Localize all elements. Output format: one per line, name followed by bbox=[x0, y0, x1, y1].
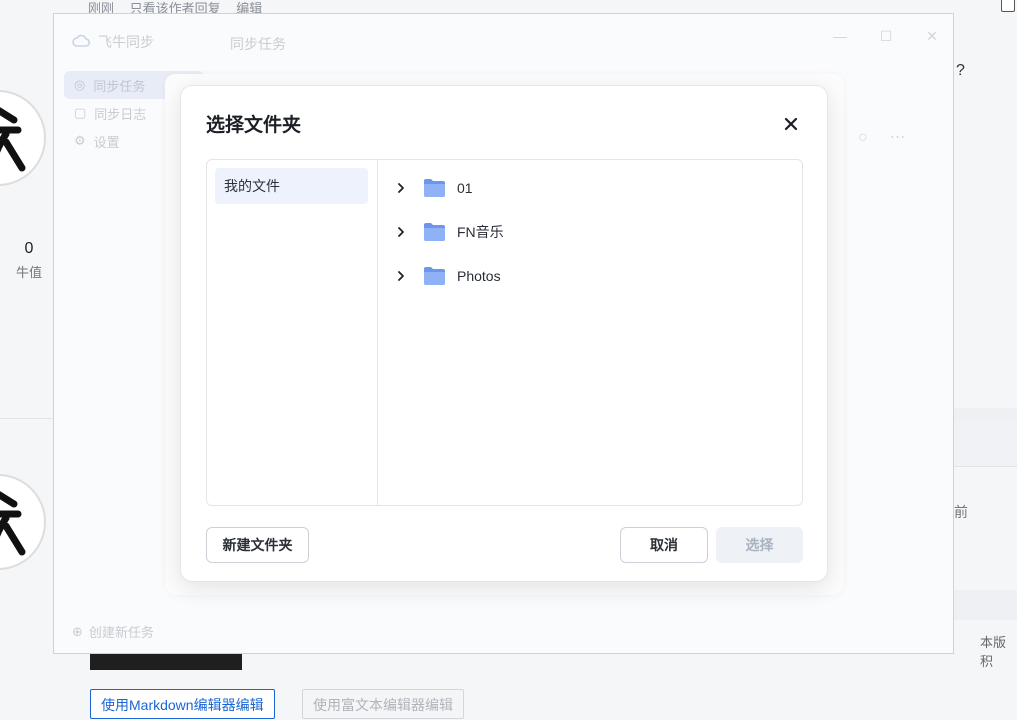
markdown-editor-button[interactable]: 使用Markdown编辑器编辑 bbox=[90, 689, 275, 719]
chevron-right-icon[interactable] bbox=[397, 182, 407, 194]
sidebar-item-label: 设置 bbox=[93, 134, 120, 150]
app-name: 飞牛同步 bbox=[98, 34, 154, 50]
divider bbox=[0, 418, 54, 419]
folder-picker: 我的文件 01 FN音乐 Photos bbox=[206, 159, 803, 506]
sidebar-item-label: 同步任务 bbox=[93, 78, 146, 94]
folder-name: FN音乐 bbox=[457, 224, 504, 240]
folder-row[interactable]: FN音乐 bbox=[377, 210, 802, 254]
plus-circle-icon: ⊕ bbox=[72, 623, 83, 639]
window-close-icon[interactable]: ✕ bbox=[924, 28, 940, 44]
stat-label: 牛值 bbox=[15, 265, 42, 280]
folder-name: Photos bbox=[457, 268, 501, 284]
page-title: 同步任务 bbox=[230, 36, 286, 52]
sync-icon: ◎ bbox=[74, 77, 86, 92]
chevron-right-icon[interactable] bbox=[397, 226, 407, 238]
text-fragment: 前 bbox=[954, 504, 968, 520]
dialog-title: 选择文件夹 bbox=[206, 115, 302, 136]
create-task-label: 创建新任务 bbox=[88, 625, 154, 640]
app-brand: 飞牛同步 bbox=[72, 32, 154, 52]
location-my-files[interactable]: 我的文件 bbox=[215, 168, 368, 204]
cancel-button[interactable]: 取消 bbox=[620, 527, 708, 563]
maximize-icon[interactable]: ☐ bbox=[878, 28, 894, 44]
panel-stripe bbox=[954, 408, 1017, 420]
folder-row[interactable]: 01 bbox=[377, 166, 802, 210]
avatar[interactable] bbox=[0, 476, 44, 568]
text-fragment: ? bbox=[956, 62, 965, 79]
new-folder-button[interactable]: 新建文件夹 bbox=[206, 527, 309, 563]
create-task-button[interactable]: ⊕ 创建新任务 bbox=[72, 622, 154, 641]
location-sidebar: 我的文件 bbox=[207, 160, 378, 505]
panel-stripe bbox=[954, 590, 1017, 620]
stat-block: 0 牛值 bbox=[0, 240, 58, 281]
text-fragment: 本版积 bbox=[980, 635, 1007, 669]
log-icon: ▢ bbox=[74, 105, 87, 120]
checkbox[interactable] bbox=[1001, 0, 1015, 12]
cloud-logo-icon bbox=[72, 34, 91, 51]
minimize-icon[interactable]: — bbox=[832, 28, 848, 44]
folder-name: 01 bbox=[457, 180, 473, 196]
folder-icon bbox=[423, 222, 446, 242]
stat-value: 0 bbox=[24, 240, 34, 257]
avatar[interactable] bbox=[0, 92, 44, 184]
task-actions: ○⋯ bbox=[858, 127, 928, 147]
gear-icon: ⚙ bbox=[74, 133, 86, 148]
folder-row[interactable]: Photos bbox=[377, 254, 802, 298]
close-icon[interactable] bbox=[779, 112, 803, 136]
folder-icon bbox=[423, 266, 446, 286]
select-button[interactable]: 选择 bbox=[716, 527, 803, 563]
folder-list: 01 FN音乐 Photos bbox=[377, 166, 802, 298]
select-folder-dialog: 选择文件夹 我的文件 01 FN音乐 Photos 新建文件夹 取消 选择 bbox=[180, 85, 828, 582]
folder-icon bbox=[423, 178, 446, 198]
refresh-icon[interactable]: ○ bbox=[858, 129, 890, 146]
richtext-editor-button[interactable]: 使用富文本编辑器编辑 bbox=[302, 689, 464, 719]
sidebar-item-label: 同步日志 bbox=[94, 106, 147, 122]
more-icon[interactable]: ⋯ bbox=[890, 129, 928, 146]
panel-stripe bbox=[954, 420, 1017, 467]
chevron-right-icon[interactable] bbox=[397, 270, 407, 282]
